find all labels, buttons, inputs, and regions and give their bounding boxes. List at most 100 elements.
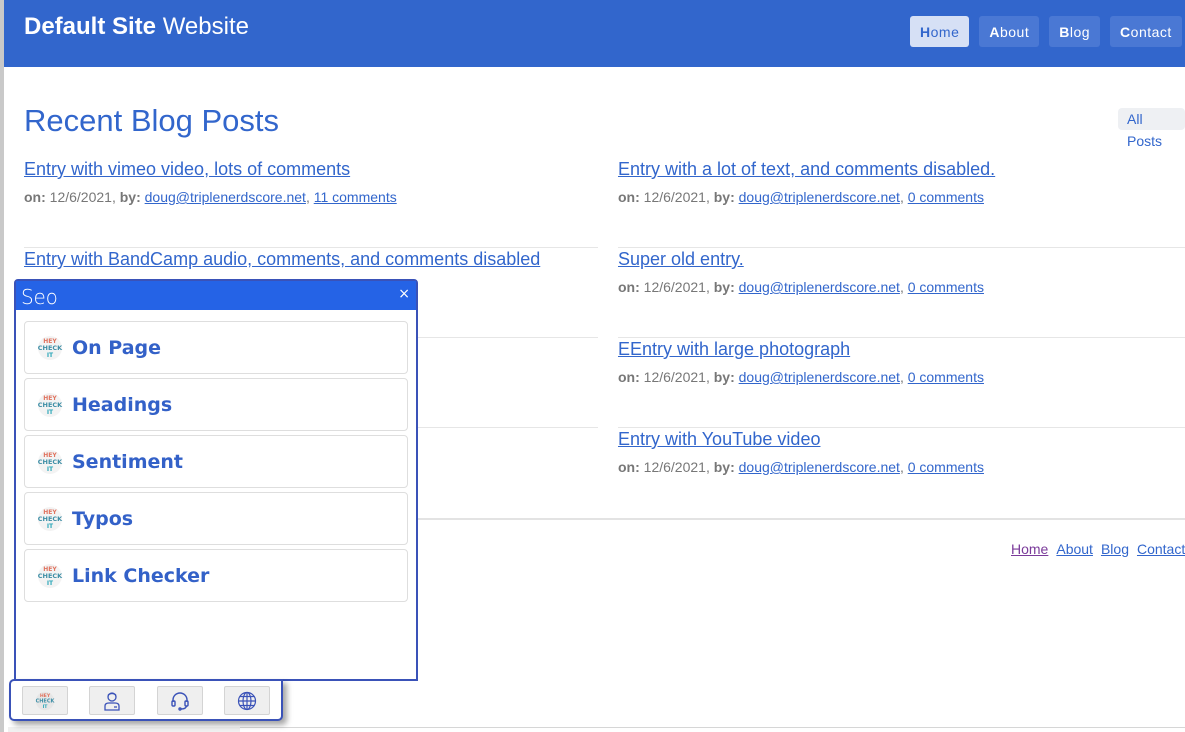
nav-blog-label: log: [1069, 23, 1091, 40]
globe-icon: [237, 691, 257, 710]
meta-on-label: on:: [618, 369, 640, 385]
post-item: Entry with a lot of text, and comments d…: [618, 158, 1185, 248]
seo-panel-title: Seo: [21, 285, 58, 309]
nav-home-label: ome: [930, 23, 960, 40]
post-title-link[interactable]: EEntry with large photograph: [618, 338, 850, 360]
svg-text:IT: IT: [47, 523, 54, 530]
post-meta: on: 12/6/2021, by: doug@triplenerdscore.…: [24, 189, 397, 205]
svg-text:CHECK: CHECK: [38, 458, 63, 466]
post-item: EEntry with large photograph on: 12/6/20…: [618, 338, 1185, 428]
svg-text:IT: IT: [47, 352, 54, 359]
footer-link-blog[interactable]: Blog: [1101, 541, 1129, 557]
page-title: Recent Blog Posts: [24, 103, 280, 138]
post-comments-link[interactable]: 0 comments: [908, 459, 984, 475]
site-title[interactable]: Default Site Website: [24, 12, 249, 42]
post-date: 12/6/2021: [643, 189, 706, 205]
post-title-link[interactable]: Entry with vimeo video, lots of comments: [24, 158, 350, 180]
bottom-separator: [240, 727, 1185, 728]
window-left-edge: [0, 0, 4, 732]
post-author-link[interactable]: doug@triplenerdscore.net: [739, 189, 900, 205]
main-nav: Home About Blog Contact: [910, 16, 1182, 47]
seo-item-headings[interactable]: HEY CHECK IT Headings: [24, 378, 408, 431]
post-comments-link[interactable]: 0 comments: [908, 189, 984, 205]
post-author-link[interactable]: doug@triplenerdscore.net: [739, 369, 900, 385]
meta-by-label: by:: [713, 189, 735, 205]
post-item: Entry with YouTube video on: 12/6/2021, …: [618, 428, 1185, 518]
svg-text:IT: IT: [43, 703, 49, 709]
footer-link-home[interactable]: Home: [1011, 541, 1048, 557]
seo-item-label: Typos: [72, 508, 134, 530]
footer-link-contact[interactable]: Contact: [1137, 541, 1185, 557]
site-title-light: Website: [162, 13, 249, 40]
seo-panel-header[interactable]: Seo ×: [16, 281, 416, 310]
meta-by-label: by:: [713, 279, 735, 295]
hey-check-it-logo-icon: HEYCHECKIT: [38, 393, 63, 417]
seo-item-on-page[interactable]: HEY CHECK IT On Page: [24, 321, 408, 374]
seo-item-typos[interactable]: HEY CHECK IT Typos: [24, 492, 408, 545]
nav-blog-initial: B: [1059, 23, 1070, 40]
user-icon: [104, 691, 120, 711]
close-icon[interactable]: ×: [398, 286, 410, 302]
headset-icon: [171, 691, 189, 711]
post-meta: on: 12/6/2021, by: doug@triplenerdscore.…: [618, 279, 984, 295]
toolbar-globe-button[interactable]: [224, 686, 270, 715]
hey-check-it-logo-icon: HEYCHECKIT: [38, 564, 63, 588]
toolbar-support-button[interactable]: [157, 686, 203, 715]
post-date: 12/6/2021: [643, 459, 706, 475]
post-title-link[interactable]: Entry with BandCamp audio, comments, and…: [24, 248, 540, 270]
nav-about-label: bout: [999, 23, 1030, 40]
nav-contact-label: ontact: [1130, 23, 1172, 40]
hey-check-it-logo-icon: HEYCHECKIT: [38, 450, 63, 474]
post-author-link[interactable]: doug@triplenerdscore.net: [739, 459, 900, 475]
seo-item-label: On Page: [72, 337, 162, 359]
meta-on-label: on:: [618, 189, 640, 205]
post-comments-link[interactable]: 0 comments: [908, 279, 984, 295]
post-date: 12/6/2021: [49, 189, 112, 205]
post-author-link[interactable]: doug@triplenerdscore.net: [739, 279, 900, 295]
nav-blog[interactable]: Blog: [1049, 16, 1101, 47]
seo-toolbar: HEY CHECK IT: [9, 679, 283, 721]
svg-text:CHECK: CHECK: [38, 515, 63, 523]
horizontal-scrollbar[interactable]: [8, 727, 240, 732]
hey-check-it-logo-icon: HEYCHECKIT: [38, 336, 63, 360]
post-meta: on: 12/6/2021, by: doug@triplenerdscore.…: [618, 369, 984, 385]
seo-item-label: Sentiment: [72, 451, 183, 473]
nav-about[interactable]: About: [979, 16, 1040, 47]
nav-contact[interactable]: Contact: [1110, 16, 1182, 47]
meta-by-label: by:: [713, 369, 735, 385]
footer-nav: Home About Blog Contact: [1011, 541, 1185, 557]
meta-on-label: on:: [618, 459, 640, 475]
site-header: Default Site Website Home About Blog Con…: [4, 0, 1185, 67]
svg-text:CHECK: CHECK: [36, 698, 55, 704]
toolbar-seo-button[interactable]: HEY CHECK IT: [22, 686, 68, 715]
meta-on-label: on:: [24, 189, 46, 205]
post-title-link[interactable]: Entry with a lot of text, and comments d…: [618, 158, 995, 180]
footer-separator: [416, 518, 1185, 520]
seo-panel: Seo × HEY CHECK IT On Page HEY CHECK IT Head…: [14, 279, 418, 681]
post-comments-link[interactable]: 0 comments: [908, 369, 984, 385]
toolbar-user-button[interactable]: [89, 686, 135, 715]
hey-check-it-logo-icon: HEYCHECKIT: [38, 507, 63, 531]
seo-item-sentiment[interactable]: HEY CHECK IT Sentiment: [24, 435, 408, 488]
nav-home[interactable]: Home: [910, 16, 970, 47]
post-item: Entry with vimeo video, lots of comments…: [24, 158, 598, 248]
svg-text:CHECK: CHECK: [38, 401, 63, 409]
post-comments-link[interactable]: 11 comments: [314, 189, 397, 205]
svg-text:IT: IT: [47, 580, 54, 587]
seo-item-label: Link Checker: [72, 565, 210, 587]
all-posts-button[interactable]: All Posts: [1118, 108, 1185, 149]
post-meta: on: 12/6/2021, by: doug@triplenerdscore.…: [618, 459, 984, 475]
seo-item-link-checker[interactable]: HEY CHECK IT Link Checker: [24, 549, 408, 602]
post-date: 12/6/2021: [643, 279, 706, 295]
seo-item-label: Headings: [72, 394, 173, 416]
meta-by-label: by:: [713, 459, 735, 475]
svg-text:IT: IT: [47, 466, 54, 473]
post-author-link[interactable]: doug@triplenerdscore.net: [145, 189, 306, 205]
post-title-link[interactable]: Entry with YouTube video: [618, 428, 820, 450]
post-date: 12/6/2021: [643, 369, 706, 385]
post-item: Super old entry. on: 12/6/2021, by: doug…: [618, 248, 1185, 338]
footer-link-about[interactable]: About: [1056, 541, 1093, 557]
meta-by-label: by:: [119, 189, 141, 205]
hey-check-it-logo-icon: HEYCHECKIT: [36, 691, 55, 710]
post-title-link[interactable]: Super old entry.: [618, 248, 744, 270]
